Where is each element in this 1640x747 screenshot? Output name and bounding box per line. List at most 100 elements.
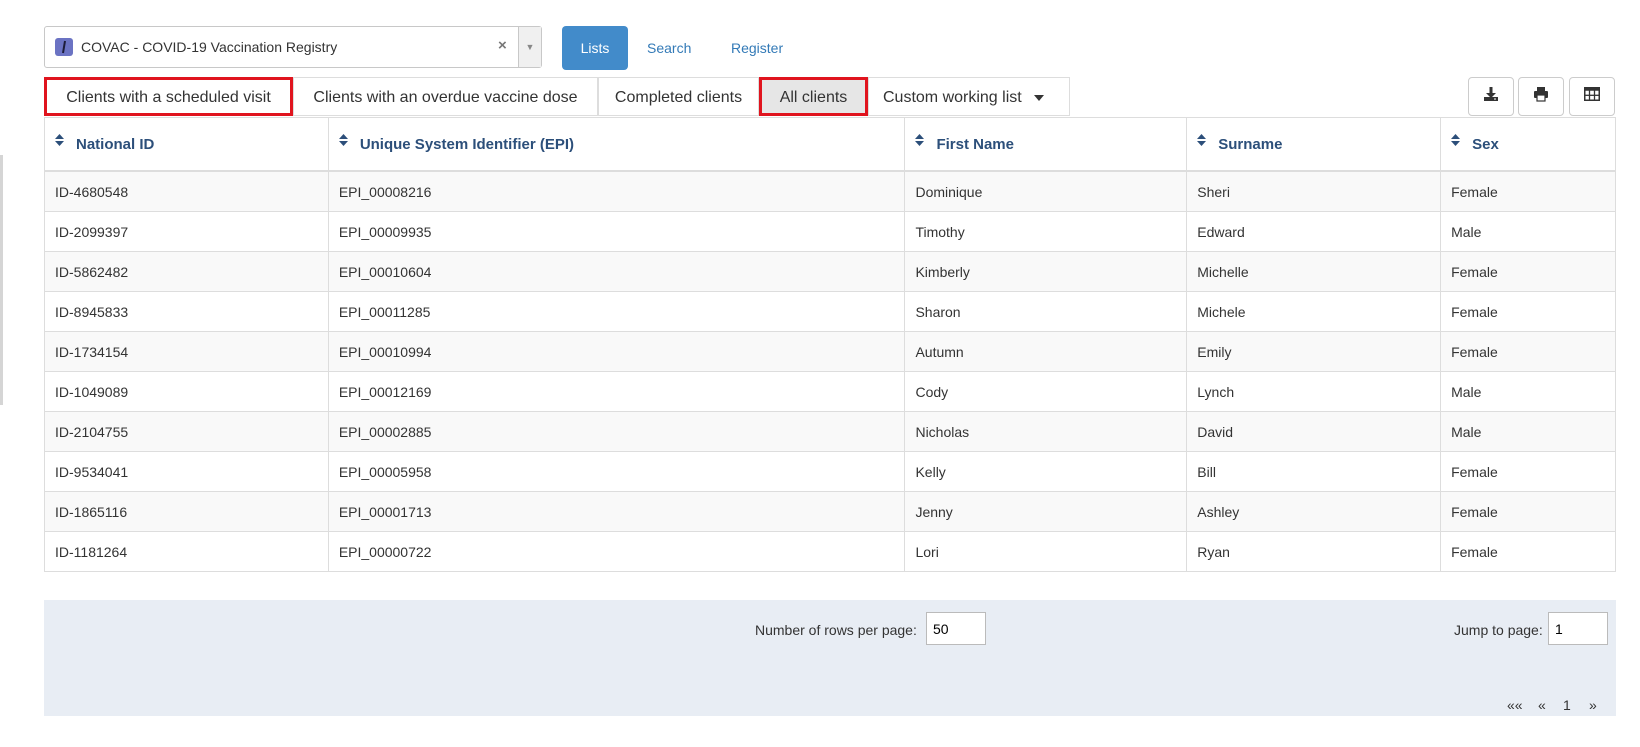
table-row[interactable]: ID-1734154 EPI_00010994 Autumn Emily Female	[44, 331, 1616, 372]
table-cell: ID-4680548	[44, 170, 329, 212]
table-cell: Edward	[1186, 211, 1442, 252]
next-page-button[interactable]: »	[1589, 697, 1597, 713]
table-cell: Michelle	[1186, 251, 1442, 292]
tab-overdue-dose[interactable]: Clients with an overdue vaccine dose	[293, 77, 598, 116]
table-cell: Michele	[1186, 291, 1442, 332]
column-header[interactable]: Surname	[1186, 117, 1442, 172]
table-cell: ID-1865116	[44, 491, 329, 532]
table-cell: ID-5862482	[44, 251, 329, 292]
table-cell: Sharon	[904, 291, 1188, 332]
table-header-row: National ID Unique System Identifier (EPI…	[44, 117, 1616, 172]
search-link[interactable]: Search	[647, 26, 691, 70]
table-cell: Male	[1440, 211, 1616, 252]
table-cell: Female	[1440, 531, 1616, 572]
table-cell: Dominique	[904, 170, 1188, 212]
table-row[interactable]: ID-1181264 EPI_00000722 Lori Ryan Female	[44, 531, 1616, 572]
chevron-down-icon[interactable]: ▼	[518, 27, 541, 67]
program-selector-label: COVAC - COVID-19 Vaccination Registry	[81, 39, 338, 55]
rows-per-page-input[interactable]	[926, 612, 986, 645]
table-columns-icon	[1584, 87, 1600, 106]
register-link[interactable]: Register	[731, 26, 783, 70]
table-cell: Ashley	[1186, 491, 1442, 532]
table-cell: Emily	[1186, 331, 1442, 372]
table-row[interactable]: ID-9534041 EPI_00005958 Kelly Bill Female	[44, 451, 1616, 492]
first-page-button[interactable]: ««	[1507, 697, 1523, 713]
table-cell: ID-1049089	[44, 371, 329, 412]
current-page-number[interactable]: 1	[1563, 697, 1571, 713]
column-header[interactable]: National ID	[44, 117, 329, 172]
table-row[interactable]: ID-8945833 EPI_00011285 Sharon Michele Femal…	[44, 291, 1616, 332]
table-cell: Male	[1440, 371, 1616, 412]
table-cell: Kimberly	[904, 251, 1188, 292]
table-row[interactable]: ID-2104755 EPI_00002885 Nicholas David Male	[44, 411, 1616, 452]
sort-icon	[55, 133, 64, 146]
table-cell: Cody	[904, 371, 1188, 412]
table-cell: Kelly	[904, 451, 1188, 492]
table-row[interactable]: ID-1049089 EPI_00012169 Cody Lynch Male	[44, 371, 1616, 412]
column-header-label: Surname	[1218, 135, 1283, 153]
table-cell: EPI_00009935	[327, 211, 906, 252]
rows-per-page-label: Number of rows per page:	[755, 622, 917, 638]
table-cell: Male	[1440, 411, 1616, 452]
pager-bar	[44, 600, 1616, 716]
table-cell: Female	[1440, 331, 1616, 372]
column-header-label: Unique System Identifier (EPI)	[359, 135, 575, 153]
table-cell: EPI_00005958	[327, 451, 906, 492]
table-cell: Autumn	[904, 331, 1188, 372]
table-cell: EPI_00010604	[327, 251, 906, 292]
print-button[interactable]	[1518, 77, 1564, 116]
clients-table: National ID Unique System Identifier (EPI…	[44, 117, 1616, 572]
download-button[interactable]	[1468, 77, 1514, 116]
table-cell: EPI_00010994	[327, 331, 906, 372]
column-header-label: Sex	[1472, 135, 1499, 153]
table-cell: Female	[1440, 291, 1616, 332]
table-cell: Female	[1440, 170, 1616, 212]
table-cell: ID-9534041	[44, 451, 329, 492]
syringe-icon	[55, 38, 73, 56]
sort-icon	[338, 133, 348, 146]
table-cell: Nicholas	[904, 411, 1188, 452]
sort-icon	[1197, 133, 1207, 146]
table-cell: Female	[1440, 451, 1616, 492]
tab-scheduled-visit[interactable]: Clients with a scheduled visit	[44, 77, 293, 116]
table-cell: Female	[1440, 251, 1616, 292]
previous-page-button[interactable]: «	[1538, 697, 1546, 713]
table-row[interactable]: ID-1865116 EPI_00001713 Jenny Ashley Female	[44, 491, 1616, 532]
table-cell: ID-1181264	[44, 531, 329, 572]
table-cell: Bill	[1186, 451, 1442, 492]
column-header[interactable]: First Name	[904, 117, 1188, 172]
table-cell: ID-2104755	[44, 411, 329, 452]
table-row[interactable]: ID-4680548 EPI_00008216 Dominique Sheri Fema…	[44, 170, 1616, 212]
column-header[interactable]: Unique System Identifier (EPI)	[327, 117, 906, 172]
table-cell: EPI_00008216	[327, 170, 906, 212]
table-cell: Female	[1440, 491, 1616, 532]
table-cell: EPI_00001713	[327, 491, 906, 532]
column-header-label: National ID	[76, 135, 155, 153]
sort-icon	[1451, 133, 1461, 146]
left-edge-border	[0, 155, 3, 405]
program-selector[interactable]: COVAC - COVID-19 Vaccination Registry × …	[44, 26, 542, 68]
jump-to-page-label: Jump to page:	[1454, 622, 1543, 638]
table-cell: EPI_00012169	[327, 371, 906, 412]
sort-icon	[915, 133, 925, 146]
tab-custom-working-list[interactable]: Custom working list	[868, 77, 1070, 116]
table-cell: Sheri	[1186, 170, 1442, 212]
table-row[interactable]: ID-5862482 EPI_00010604 Kimberly Michelle Fe…	[44, 251, 1616, 292]
column-header[interactable]: Sex	[1440, 117, 1616, 172]
lists-button[interactable]: Lists	[562, 26, 628, 70]
table-cell: EPI_00000722	[327, 531, 906, 572]
columns-button[interactable]	[1569, 77, 1615, 116]
tab-completed-clients[interactable]: Completed clients	[598, 77, 759, 116]
table-body: ID-4680548 EPI_00008216 Dominique Sheri Fema…	[44, 170, 1616, 572]
table-cell: ID-8945833	[44, 291, 329, 332]
custom-working-list-label: Custom working list	[883, 89, 1022, 106]
tab-all-clients[interactable]: All clients	[759, 77, 868, 116]
table-cell: Jenny	[904, 491, 1188, 532]
table-cell: Lynch	[1186, 371, 1442, 412]
jump-to-page-input[interactable]	[1548, 612, 1608, 645]
table-row[interactable]: ID-2099397 EPI_00009935 Timothy Edward Male	[44, 211, 1616, 252]
table-cell: EPI_00002885	[327, 411, 906, 452]
table-cell: EPI_00011285	[327, 291, 906, 332]
clear-program-icon[interactable]: ×	[498, 37, 507, 54]
table-cell: Ryan	[1186, 531, 1442, 572]
